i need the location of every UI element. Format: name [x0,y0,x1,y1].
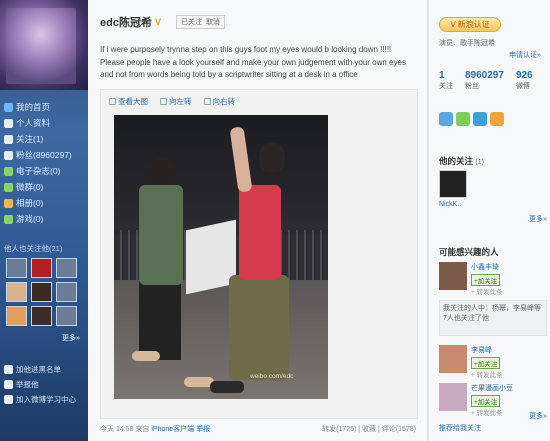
common-follow-box: 我关注的人中：杨幂，李易峰等 7人也关注了他 [439,300,547,336]
post-meta: 今天 14:58 来自 iPhone客户端 举报 [100,426,211,433]
photo-watermark: weibo.com/edc [250,373,294,380]
avatar[interactable] [31,258,52,278]
sidebar-item-album[interactable]: 相册(0) [4,195,86,211]
post-source[interactable]: iPhone客户端 [151,426,194,433]
avatar[interactable] [31,282,52,302]
list-item: 小鑫丰琦 +加关注 + 转发此条 [439,262,549,296]
avatar[interactable] [56,282,77,302]
recommend-link[interactable]: 推荐给我关注 [439,423,481,433]
follow-button[interactable]: +加关注 [471,274,501,286]
post-footer: 今天 14:58 来自 iPhone客户端 举报 转发(1725) | 收藏 |… [100,424,416,434]
avatar[interactable] [56,306,77,326]
sidebar-links: 加他进黑名单 举报他 加入微博学习中心 [4,362,86,407]
rotate-right-icon [203,98,211,105]
stats: 1 关注 8960297 粉丝 926 微博 [439,70,533,91]
sidebar-item-follow[interactable]: 关注(1) [4,131,86,147]
group-icon [4,182,13,192]
verify-badge[interactable]: V 新浪认证 [439,17,501,32]
blacklist-link[interactable]: 加他进黑名单 [4,362,86,377]
avatar[interactable] [439,345,467,373]
followed-title: 他人也关注他(21) [4,244,63,253]
post-time[interactable]: 今天 14:58 [100,426,133,433]
rotate-left-icon [160,98,167,105]
album-icon [4,198,13,208]
more-link[interactable]: 更多» [529,214,547,224]
sidebar-item-group[interactable]: 微群(0) [4,179,86,195]
report-icon [4,380,13,389]
main-feed: edc陈冠希 V 已关注 取消 If i were purposely tryn… [88,0,428,441]
avatar[interactable] [439,262,467,290]
fans-icon [4,150,13,160]
left-sidebar: 我的首页 个人资料 关注(1) 粉丝(8960297) 电子杂志(0) 微群(0… [0,0,88,441]
right-column: V 新浪认证 演员、歌手陈冠希 申请认证» 1 关注 8960297 粉丝 926 微… [429,0,550,441]
media-box: 查看大图 向左转 向右转 weibo.com/edc [100,89,418,419]
verified-icon: V [154,16,161,27]
followed-label: 已关注 [180,19,202,26]
post-photo[interactable]: weibo.com/edc [114,115,328,399]
sidebar-item-game[interactable]: 游戏(0) [4,211,86,227]
username[interactable]: edc陈冠希 [100,14,152,30]
avatar[interactable] [6,282,27,302]
rotate-right-button[interactable]: 向右转 [203,96,235,107]
avatar[interactable] [439,383,467,411]
more-link[interactable]: 更多» [62,333,80,343]
verified-icon: V [450,20,456,29]
block-icon [4,365,13,374]
profile-avatar[interactable] [6,8,76,84]
profile-icon [4,118,13,128]
media-tools: 查看大图 向左转 向右转 [109,96,235,107]
sidebar-item-fans[interactable]: 粉丝(8960297) [4,147,86,163]
follow-button[interactable]: +加关注 [471,357,501,369]
stat-fans[interactable]: 8960297 粉丝 [465,70,504,91]
home-icon [4,102,13,112]
verify-description: 演员、歌手陈冠希 [439,40,495,47]
stat-following[interactable]: 1 关注 [439,70,453,91]
gift-icon[interactable] [490,112,504,126]
sidebar-item-home[interactable]: 我的首页 [4,99,86,115]
learning-center-link[interactable]: 加入微博学习中心 [4,392,86,407]
follow-icon [4,134,13,144]
share-icon[interactable] [456,112,470,126]
follow-status: 已关注 取消 [175,15,225,29]
tool-icons [439,112,504,126]
zoom-icon [109,98,116,105]
report-link[interactable]: 举报他 [4,377,86,392]
apply-verify-link[interactable]: 申请认证» [509,50,541,60]
message-icon[interactable] [439,112,453,126]
interest-title: 可能感兴趣的人 [439,247,499,257]
list-item: 李易峰 +加关注 + 转发此条 [439,345,549,379]
post-actions[interactable]: 转发(1725) | 收藏 | 评论(1578) [322,424,416,434]
stat-posts[interactable]: 926 微博 [516,70,533,91]
sidebar-nav: 我的首页 个人资料 关注(1) 粉丝(8960297) 电子杂志(0) 微群(0… [4,99,86,227]
avatar[interactable] [31,306,52,326]
avatar[interactable] [56,258,77,278]
unfollow-button[interactable]: 取消 [206,17,220,27]
report-post-link[interactable]: 举报 [196,426,210,433]
his-follow-title: 他的关注 (1) [439,156,484,166]
his-follow-name[interactable]: NickK.. [439,201,461,208]
learning-icon [4,395,13,404]
follow-button[interactable]: +加关注 [471,395,501,407]
avatar[interactable] [6,306,27,326]
post-header: edc陈冠希 V 已关注 取消 [100,14,225,30]
magazine-icon [4,166,13,176]
game-icon [4,214,13,224]
interest-list-2: 李易峰 +加关注 + 转发此条 芒果漫画小豆 +加关注 + 转发此条 [439,345,549,421]
sidebar-item-profile[interactable]: 个人资料 [4,115,86,131]
followed-avatars [6,258,82,326]
sidebar-item-magazine[interactable]: 电子杂志(0) [4,163,86,179]
avatar[interactable] [6,258,27,278]
more-link[interactable]: 更多» [529,411,547,421]
post-text: If i were purposely trynna step on this … [100,45,406,79]
mobile-icon[interactable] [473,112,487,126]
view-large-button[interactable]: 查看大图 [109,96,148,107]
rotate-left-button[interactable]: 向左转 [160,96,192,107]
interest-list: 小鑫丰琦 +加关注 + 转发此条 [439,262,549,300]
avatar[interactable] [439,170,467,198]
